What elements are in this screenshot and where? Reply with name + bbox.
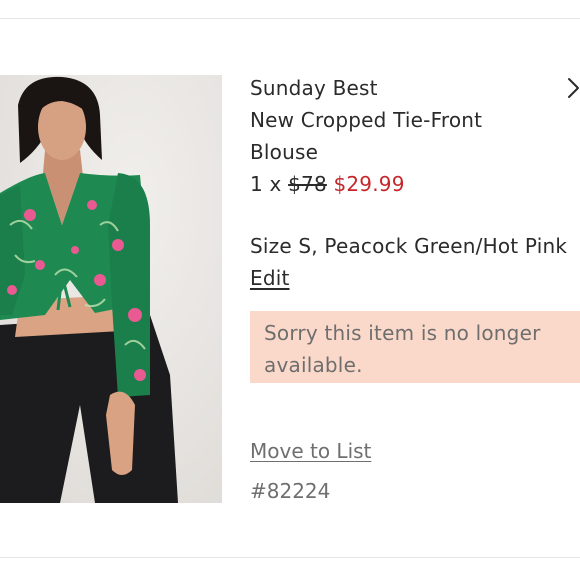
- product-brand: Sunday Best: [250, 76, 378, 100]
- quantity: 1 x: [250, 172, 282, 196]
- move-to-list-link[interactable]: Move to List: [250, 436, 371, 466]
- bottom-divider: [0, 557, 580, 558]
- top-divider: [0, 18, 580, 19]
- edit-link[interactable]: Edit: [250, 262, 290, 294]
- sale-price: $29.99: [333, 172, 405, 196]
- sku-number: #82224: [250, 479, 331, 503]
- product-image[interactable]: [0, 75, 222, 503]
- unavailable-alert: Sorry this item is no longer available.: [250, 311, 580, 383]
- alert-text-line1: Sorry this item is no longer: [264, 321, 541, 345]
- original-price: $78: [288, 172, 327, 196]
- alert-text-line2: available.: [264, 353, 363, 377]
- product-name-line2: Blouse: [250, 140, 319, 164]
- price-line: 1 x $78 $29.99: [250, 168, 580, 200]
- chevron-right-icon[interactable]: [566, 76, 580, 100]
- cart-item-page: Sunday Best New Cropped Tie-Front Blouse…: [0, 0, 580, 580]
- variant-info: Size S, Peacock Green/Hot Pink: [250, 234, 568, 258]
- product-details: Sunday Best New Cropped Tie-Front Blouse…: [250, 72, 580, 383]
- model-photo: [0, 75, 222, 503]
- product-name-line1: New Cropped Tie-Front: [250, 108, 483, 132]
